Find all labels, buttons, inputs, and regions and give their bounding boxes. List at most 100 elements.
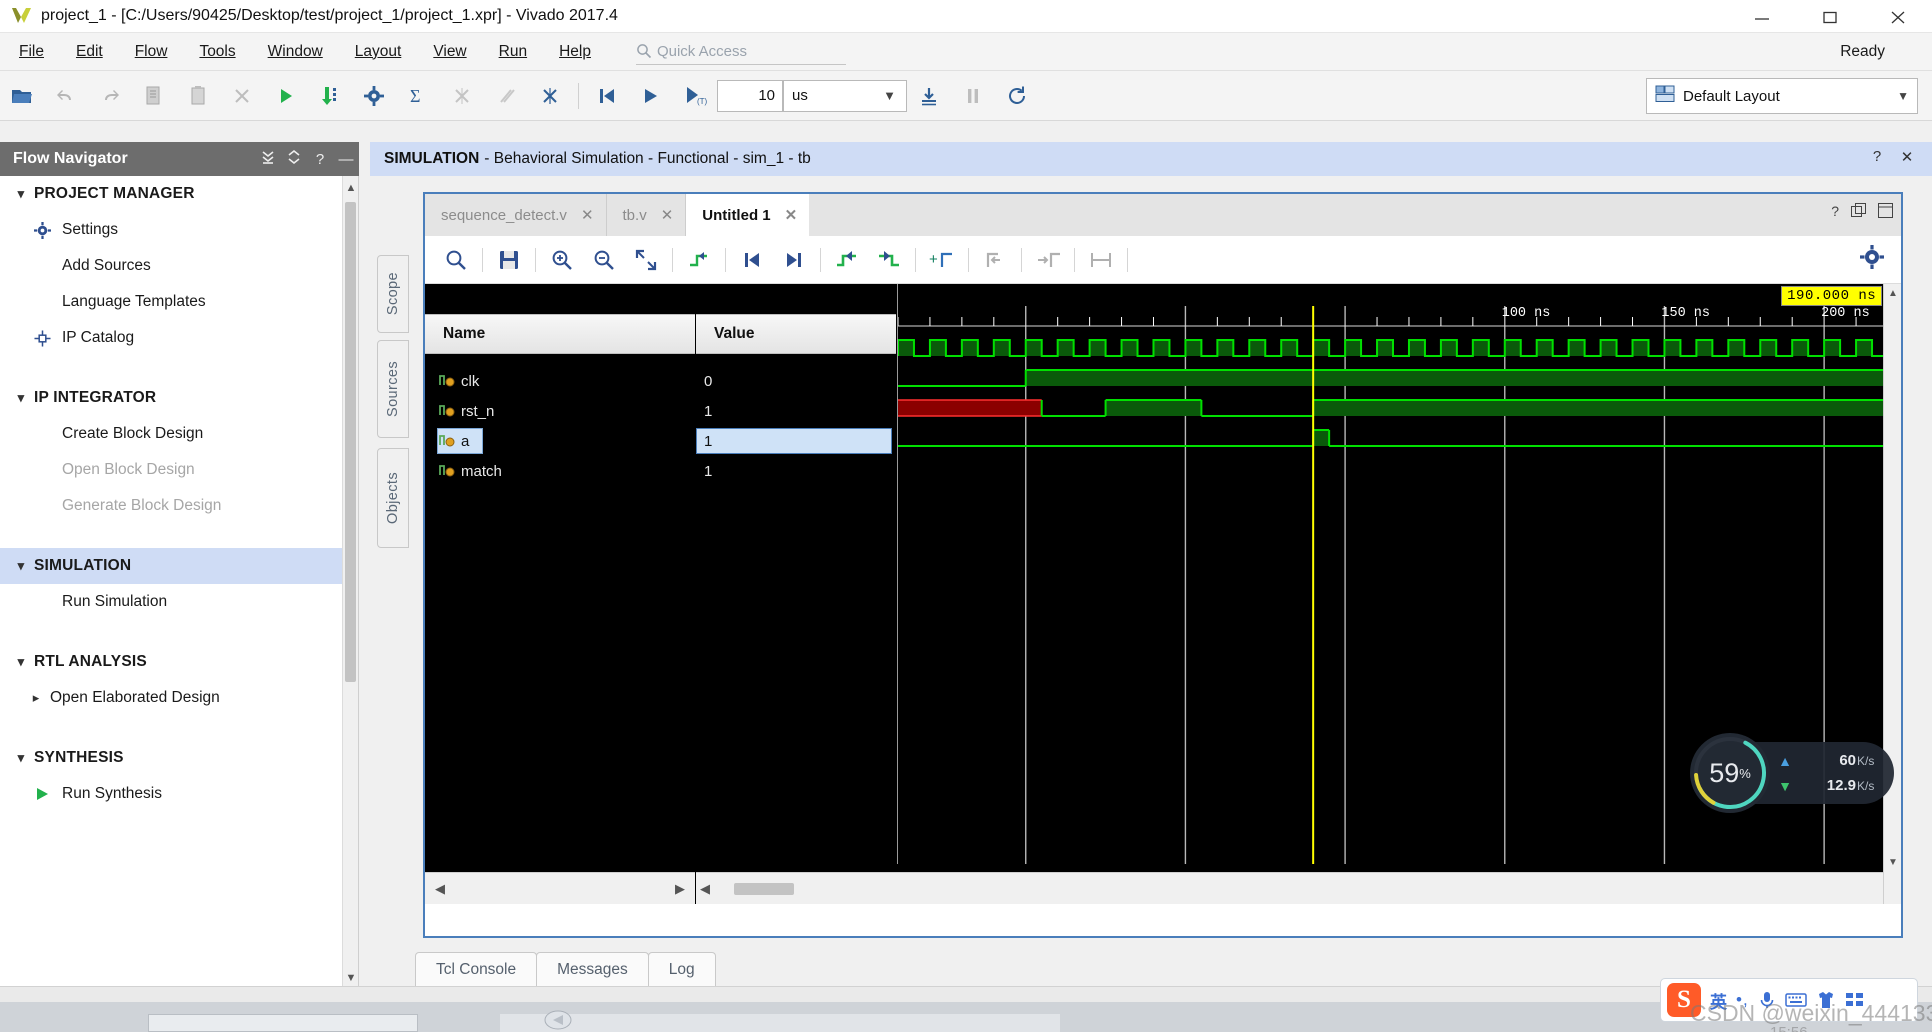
menu-tools[interactable]: Tools [186, 39, 248, 65]
minimize-panel-icon[interactable]: — [333, 151, 359, 168]
maximize-icon[interactable] [1796, 0, 1864, 33]
tab-sequence-detect-v[interactable]: sequence_detect.v ✕ [425, 194, 607, 236]
close-icon[interactable]: ✕ [785, 206, 798, 224]
previous-transition-icon[interactable] [826, 242, 868, 278]
side-tab-objects[interactable]: Objects [377, 448, 409, 548]
paste-icon[interactable] [178, 77, 218, 115]
measure-icon[interactable] [1080, 242, 1122, 278]
sidebar-item-ip-catalog[interactable]: IP Catalog [0, 320, 358, 356]
net-speed-widget[interactable]: 59% ▲ 60 K/s ▼ 12.9 K/s [1690, 733, 1894, 813]
sidebar-item-open-block-design[interactable]: Open Block Design [0, 452, 358, 488]
run-time-unit-select[interactable]: us ▼ [783, 79, 907, 112]
scroll-left-icon[interactable]: ◀ [431, 881, 449, 897]
collapse-all-icon[interactable] [255, 149, 281, 169]
layout-select[interactable]: Default Layout ▼ [1646, 78, 1918, 114]
sidebar-scrollbar[interactable]: ▲ ▼ [342, 176, 358, 990]
signal-row-clk[interactable]: clk [425, 366, 695, 396]
maximize-icon[interactable] [1878, 203, 1893, 221]
zoom-out-icon[interactable] [583, 242, 625, 278]
sidebar-item-run-synthesis[interactable]: Run Synthesis [0, 776, 358, 812]
sidebar-item-generate-block-design[interactable]: Generate Block Design [0, 488, 358, 524]
scrollbar-thumb[interactable] [345, 202, 356, 682]
previous-marker-icon[interactable] [974, 242, 1016, 278]
signal-row-match[interactable]: match [425, 456, 695, 486]
run-all-icon[interactable] [631, 77, 671, 115]
menu-layout[interactable]: Layout [342, 39, 415, 65]
scroll-up-icon[interactable]: ▲ [343, 178, 358, 198]
menu-run[interactable]: Run [486, 39, 540, 65]
run-simulation-icon[interactable] [266, 77, 306, 115]
taskbar-app-icon[interactable] [540, 1006, 576, 1032]
tab-tcl-console[interactable]: Tcl Console [415, 952, 538, 986]
taskbar-window-preview[interactable] [148, 1014, 418, 1032]
next-transition-icon[interactable] [868, 242, 910, 278]
sidebar-group-synthesis[interactable]: ▾ SYNTHESIS [0, 740, 358, 776]
close-icon[interactable] [1864, 0, 1932, 33]
next-marker-icon[interactable] [1027, 242, 1069, 278]
waveform-canvas-hscroll[interactable]: ◀ ▶ [696, 872, 1901, 904]
restart-simulation-icon[interactable] [587, 77, 627, 115]
redo-icon[interactable] [90, 77, 130, 115]
close-icon[interactable]: ✕ [661, 206, 674, 224]
scroll-up-icon[interactable]: ▲ [1884, 288, 1902, 299]
sidebar-item-run-simulation[interactable]: Run Simulation [0, 584, 358, 620]
save-waveform-icon[interactable] [488, 242, 530, 278]
expand-all-icon[interactable] [281, 149, 307, 169]
scrollbar-thumb[interactable] [734, 882, 794, 895]
sidebar-item-create-block-design[interactable]: Create Block Design [0, 416, 358, 452]
menu-help[interactable]: Help [546, 39, 604, 65]
signal-row-rst_n[interactable]: rst_n [425, 396, 695, 426]
float-icon[interactable] [1851, 203, 1866, 221]
run-for-time-icon[interactable]: (T) [675, 77, 715, 115]
scroll-down-icon[interactable]: ▼ [343, 968, 358, 988]
sidebar-group-rtl-analysis[interactable]: ▾ RTL ANALYSIS [0, 644, 358, 680]
help-icon[interactable]: ? [1831, 203, 1839, 221]
copy-icon[interactable] [134, 77, 174, 115]
side-tab-sources[interactable]: Sources [377, 340, 409, 438]
waveform-names-hscroll[interactable]: ◀ ▶ [425, 872, 695, 904]
tab-log[interactable]: Log [647, 952, 716, 986]
tab-tb-v[interactable]: tb.v ✕ [607, 194, 687, 236]
schematic-icon[interactable] [442, 77, 482, 115]
go-to-end-icon[interactable] [773, 242, 815, 278]
scroll-right-icon[interactable]: ▶ [671, 881, 689, 897]
search-icon[interactable] [435, 242, 477, 278]
report-sum-icon[interactable]: Σ [398, 77, 438, 115]
settings-gear-icon[interactable] [354, 77, 394, 115]
undo-icon[interactable] [46, 77, 86, 115]
sidebar-item-settings[interactable]: Settings [0, 212, 358, 248]
zoom-fit-icon[interactable] [625, 242, 667, 278]
menu-view[interactable]: View [420, 39, 479, 65]
tab-messages[interactable]: Messages [536, 952, 649, 986]
menu-file[interactable]: File [6, 39, 57, 65]
run-implementation-icon[interactable] [310, 77, 350, 115]
waveform-vscroll[interactable]: ▲ ▼ [1883, 284, 1901, 904]
close-icon[interactable]: ✕ [581, 206, 594, 224]
menu-edit[interactable]: Edit [63, 39, 116, 65]
open-project-icon[interactable] [2, 77, 42, 115]
menu-flow[interactable]: Flow [122, 39, 181, 65]
sidebar-group-simulation[interactable]: ▾ SIMULATION [0, 548, 358, 584]
minimize-icon[interactable] [1728, 0, 1796, 33]
menu-window[interactable]: Window [255, 39, 336, 65]
sidebar-group-project-manager[interactable]: ▾ PROJECT MANAGER [0, 176, 358, 212]
scroll-down-icon[interactable]: ▼ [1884, 857, 1902, 868]
run-time-input[interactable]: 10 [717, 79, 783, 112]
side-tab-scope[interactable]: Scope [377, 255, 409, 333]
help-icon[interactable]: ? [1866, 148, 1888, 165]
taskbar-secondary-preview[interactable] [500, 1014, 1060, 1032]
delete-icon[interactable] [222, 77, 262, 115]
add-marker-icon[interactable]: + [921, 242, 963, 278]
tab-untitled-1[interactable]: Untitled 1 ✕ [686, 194, 810, 236]
scrollbar-track[interactable] [453, 881, 667, 897]
signal-row-a[interactable]: a [425, 426, 695, 456]
scroll-left-icon[interactable]: ◀ [696, 881, 714, 897]
zoom-in-icon[interactable] [541, 242, 583, 278]
sidebar-item-add-sources[interactable]: Add Sources [0, 248, 358, 284]
sidebar-group-ip-integrator[interactable]: ▾ IP INTEGRATOR [0, 380, 358, 416]
edit-timing-icon[interactable] [486, 77, 526, 115]
quick-access-search[interactable]: Quick Access [635, 39, 846, 65]
sidebar-item-language-templates[interactable]: Language Templates [0, 284, 358, 320]
close-icon[interactable]: ✕ [1896, 148, 1918, 166]
pause-icon[interactable] [953, 77, 993, 115]
